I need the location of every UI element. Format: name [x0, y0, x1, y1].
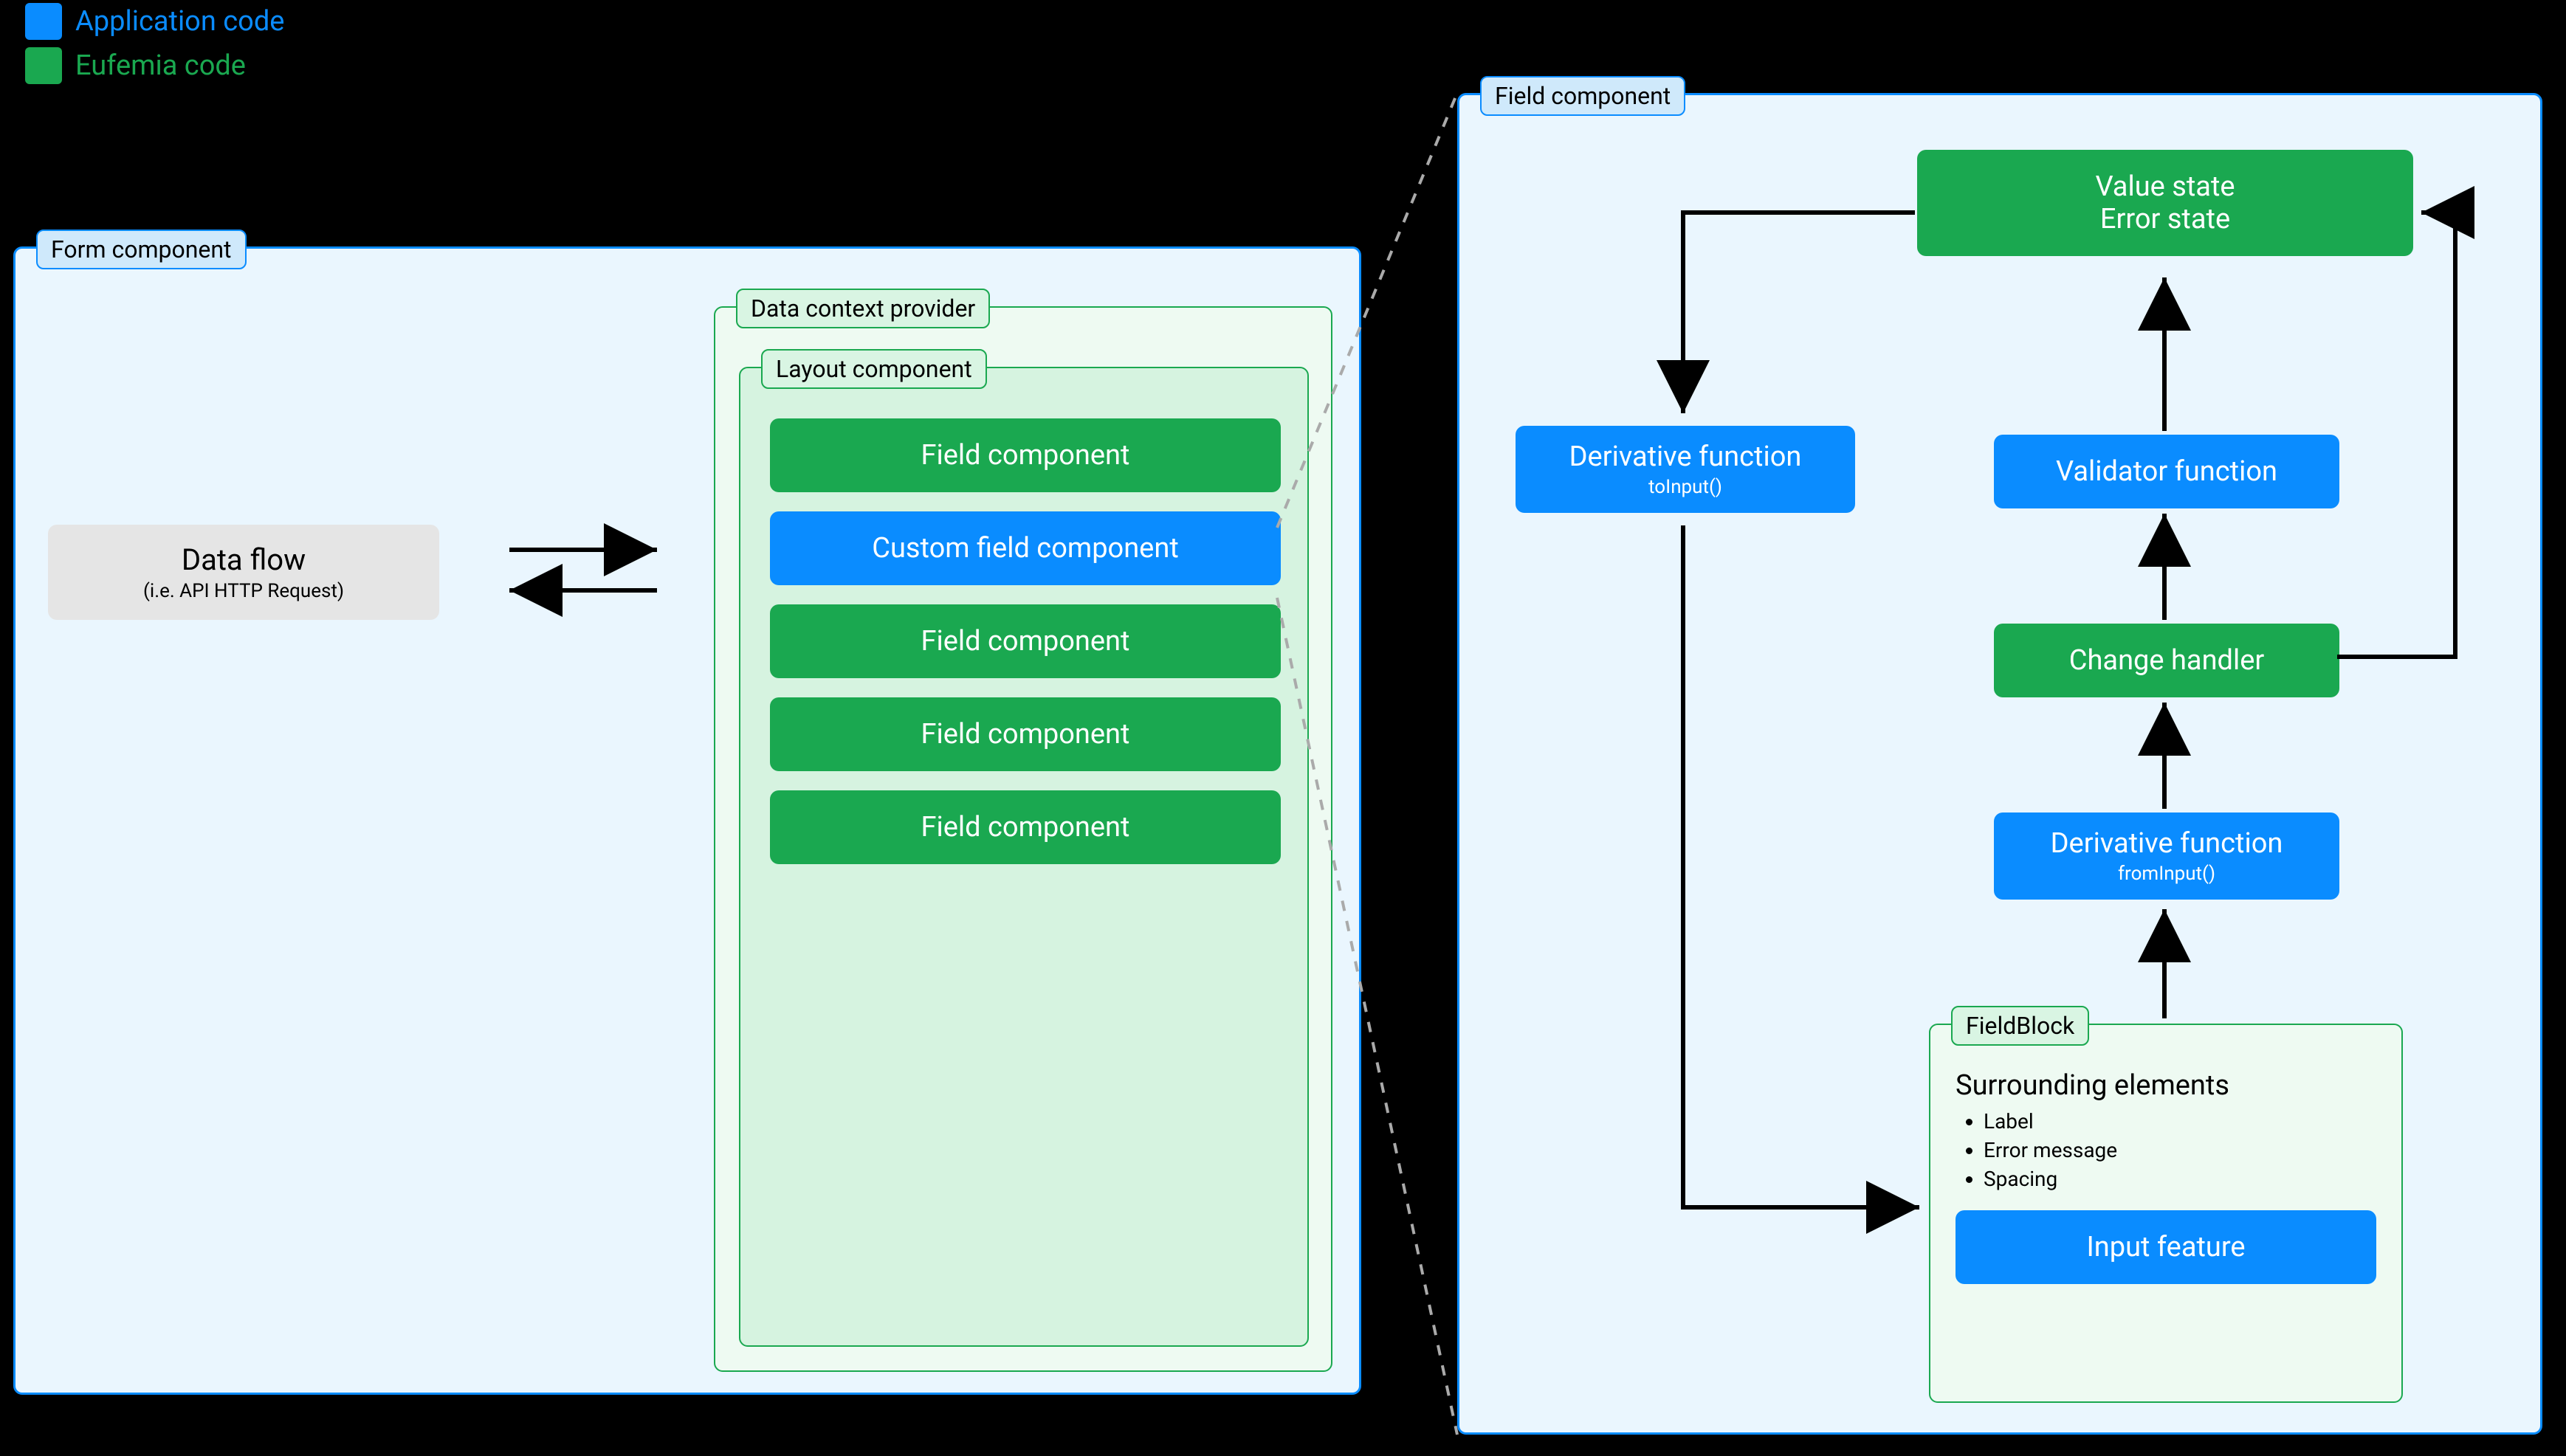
data-flow-title: Data flow: [61, 542, 426, 577]
derivative-toinput-title: Derivative function: [1569, 441, 1802, 473]
fieldblock-list-item: Spacing: [1984, 1167, 2376, 1191]
fieldblock-title: Surrounding elements: [1956, 1069, 2376, 1102]
fieldblock-list: Label Error message Spacing: [1956, 1109, 2376, 1191]
data-flow-box: Data flow (i.e. API HTTP Request): [48, 525, 439, 620]
derivative-frominput-sub: fromInput(): [2009, 863, 2325, 885]
field-component-box: Field component: [770, 604, 1281, 678]
legend: Application code Eufemia code: [25, 3, 284, 92]
derivative-frominput-box: Derivative function fromInput(): [1994, 812, 2339, 900]
derivative-toinput-box: Derivative function toInput(): [1516, 426, 1855, 513]
legend-row-eufemia: Eufemia code: [25, 47, 284, 84]
derivative-frominput-title: Derivative function: [2051, 827, 2283, 860]
data-context-provider-badge: Data context provider: [736, 289, 990, 328]
fieldblock-list-item: Label: [1984, 1109, 2376, 1134]
error-state-label: Error state: [2100, 203, 2230, 235]
change-handler-label: Change handler: [2069, 644, 2265, 677]
layout-stack: Field component Custom field component F…: [770, 418, 1281, 864]
field-component-box: Field component: [770, 418, 1281, 492]
legend-swatch-eufemia: [25, 47, 62, 84]
derivative-toinput-sub: toInput(): [1530, 476, 1840, 498]
data-flow-subtitle: (i.e. API HTTP Request): [61, 580, 426, 602]
fieldblock-inner: Surrounding elements Label Error message…: [1930, 1025, 2401, 1309]
change-handler-box: Change handler: [1994, 624, 2339, 697]
legend-row-app: Application code: [25, 3, 284, 40]
custom-field-component-label: Custom field component: [872, 532, 1179, 565]
legend-label-eufemia: Eufemia code: [75, 49, 246, 82]
field-component-label: Field component: [921, 811, 1130, 843]
field-component-label: Field component: [921, 625, 1130, 658]
field-component-panel: Field component Value state Error state …: [1457, 93, 2542, 1435]
fieldblock-list-item: Error message: [1984, 1138, 2376, 1162]
fieldblock-panel: FieldBlock Surrounding elements Label Er…: [1929, 1024, 2403, 1403]
field-component-label: Field component: [921, 439, 1130, 472]
value-error-state-box: Value state Error state: [1917, 150, 2413, 256]
custom-field-component-box: Custom field component: [770, 511, 1281, 585]
value-state-label: Value state: [2095, 170, 2235, 203]
fieldblock-badge: FieldBlock: [1951, 1006, 2089, 1046]
form-component-panel: Form component Data flow (i.e. API HTTP …: [13, 246, 1361, 1395]
input-feature-label: Input feature: [2086, 1231, 2245, 1263]
layout-component-panel: Layout component Field component Custom …: [739, 367, 1309, 1347]
legend-swatch-application: [25, 3, 62, 40]
field-component-box: Field component: [770, 790, 1281, 864]
field-component-box: Field component: [770, 697, 1281, 771]
validator-function-box: Validator function: [1994, 435, 2339, 508]
layout-component-badge: Layout component: [761, 349, 987, 389]
legend-label-application: Application code: [75, 5, 284, 38]
validator-function-label: Validator function: [2056, 455, 2277, 488]
field-component-badge: Field component: [1480, 76, 1685, 116]
field-component-label: Field component: [921, 718, 1130, 751]
input-feature-box: Input feature: [1956, 1210, 2376, 1284]
data-context-provider-panel: Data context provider Layout component F…: [714, 306, 1332, 1372]
form-component-badge: Form component: [36, 230, 247, 269]
